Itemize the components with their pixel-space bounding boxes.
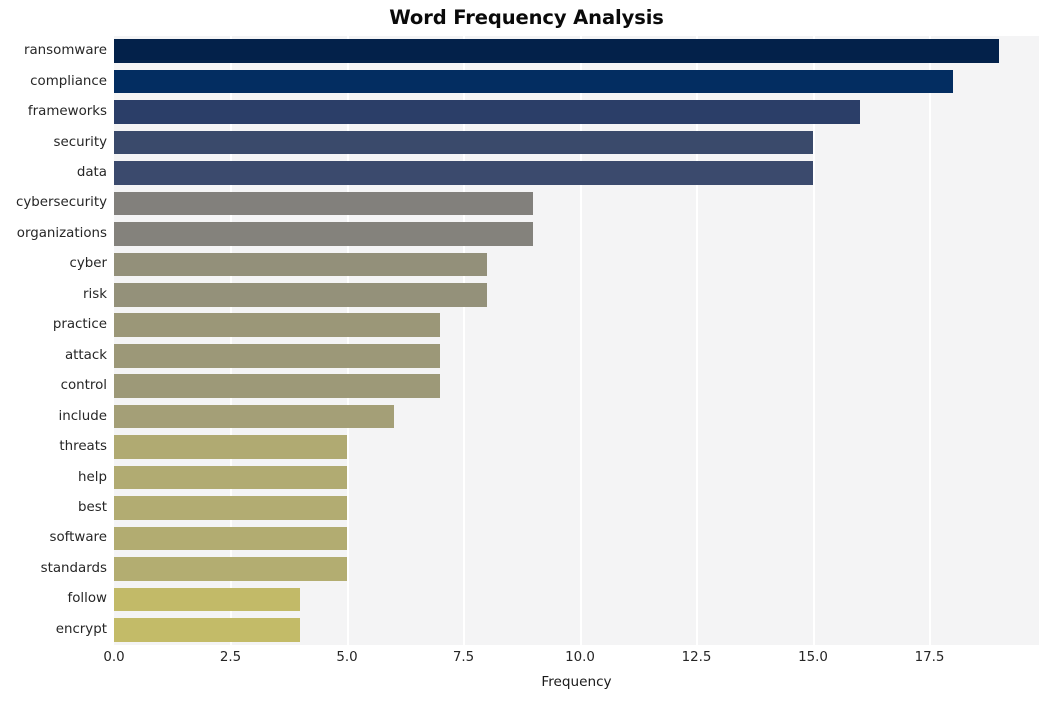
page-title: Word Frequency Analysis [389,6,664,29]
x-tick-label-12.5: 12.5 [681,650,712,665]
x-axis-title: Frequency [541,674,612,690]
bar-help[interactable] [114,465,347,490]
bar-security[interactable] [114,130,813,155]
x-tick-label-17.5: 17.5 [914,650,945,665]
y-tick-label-compliance: compliance [30,73,107,89]
y-tick-label-organizations: organizations [16,225,107,241]
bar-standards[interactable] [114,557,347,581]
bar-encrypt[interactable] [114,617,301,642]
x-tick-label-7.5: 7.5 [452,650,475,665]
bar-include[interactable] [114,404,394,429]
bar-data[interactable] [114,161,813,185]
bar-row [114,526,1039,551]
bar-row [114,252,1039,277]
y-tick-label-cybersecurity: cybersecurity [16,195,107,211]
y-tick-label-help: help [78,469,107,485]
bar-row [114,69,1039,94]
bar-attack[interactable] [114,343,441,368]
y-tick-label-best: best [78,499,107,515]
y-tick-label-ransomware: ransomware [23,43,107,59]
y-tick-label-risk: risk [83,286,107,302]
bar-frameworks[interactable] [114,100,860,124]
bar-row [114,343,1039,368]
y-tick-label-control: control [60,378,107,394]
bar-practice[interactable] [114,313,441,338]
x-tick-label-10.0: 10.0 [565,650,595,665]
bar-row [114,191,1039,216]
bar-row [114,222,1039,246]
y-tick-label-security: security [53,134,107,150]
bar-control[interactable] [114,374,441,398]
y-tick-label-practice: practice [52,317,107,333]
x-tick-label-0.0: 0.0 [103,650,125,665]
x-axis-tick-labels: 0.0 2.5 5.0 7.5 10.0 12.5 15.0 17.5 [0,650,1053,670]
bar-row [114,404,1039,429]
y-tick-label-include: include [58,408,107,424]
bar-row [114,100,1039,124]
bar-risk[interactable] [114,283,487,307]
bar-row [114,617,1039,642]
bar-row [114,39,1039,64]
bar-row [114,374,1039,398]
bar-ransomware[interactable] [114,39,1000,64]
bar-row [114,557,1039,581]
plot-area [114,36,1039,645]
bar-row [114,435,1039,459]
bar-row [114,587,1039,612]
chart-figure: Word Frequency Analysis ransomware compli… [0,0,1053,701]
bar-row [114,465,1039,490]
bar-row [114,313,1039,338]
y-tick-label-standards: standards [40,560,107,576]
bar-compliance[interactable] [114,69,953,94]
x-tick-label-15.0: 15.0 [798,650,828,665]
bar-row [114,161,1039,185]
bar-threats[interactable] [114,435,347,459]
bar-cybersecurity[interactable] [114,191,534,216]
bar-row [114,283,1039,307]
y-tick-label-threats: threats [59,439,107,455]
bars-container [114,36,1039,645]
y-tick-label-frameworks: frameworks [27,104,107,120]
x-tick-label-5.0: 5.0 [336,650,358,665]
bar-follow[interactable] [114,587,301,612]
bar-row [114,496,1039,520]
x-tick-label-2.5: 2.5 [219,650,242,665]
y-tick-label-attack: attack [64,347,107,363]
y-tick-label-encrypt: encrypt [55,621,107,637]
y-tick-label-data: data [76,165,107,181]
y-axis-tick-labels: ransomware compliance frameworks security da… [0,36,107,645]
bar-row [114,130,1039,155]
bar-software[interactable] [114,526,347,551]
y-tick-label-software: software [49,530,107,546]
bar-best[interactable] [114,496,347,520]
bar-organizations[interactable] [114,222,534,246]
y-tick-label-follow: follow [67,591,108,607]
bar-cyber[interactable] [114,252,487,277]
y-tick-label-cyber: cyber [69,256,107,272]
